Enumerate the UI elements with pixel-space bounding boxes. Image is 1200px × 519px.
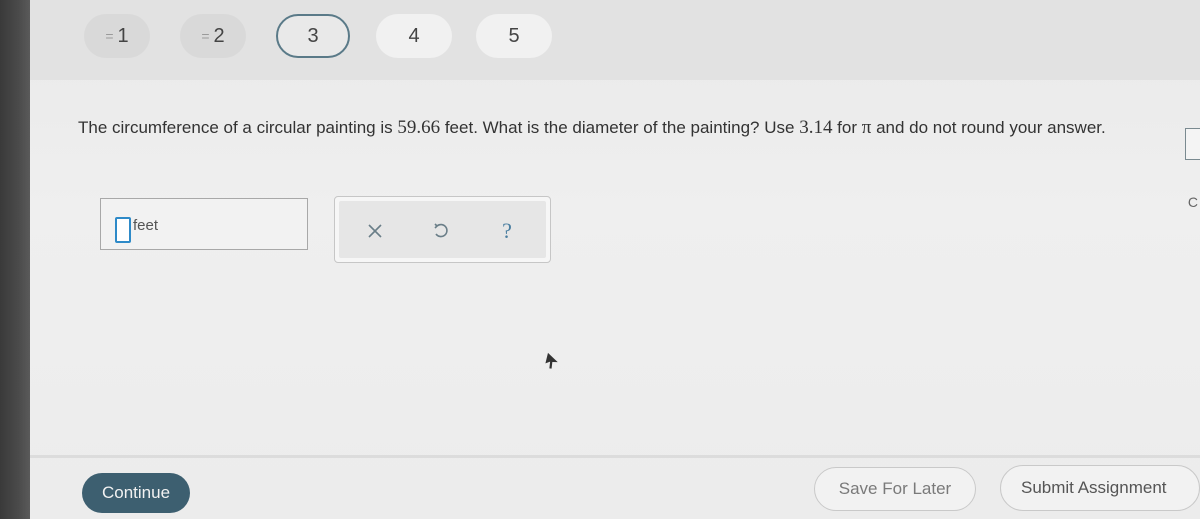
completed-mark-icon: =	[201, 28, 210, 44]
submit-assignment-button[interactable]: Submit Assignment	[1000, 465, 1200, 511]
circumference-value: 59.66	[397, 117, 441, 138]
left-bezel	[0, 0, 30, 519]
question-nav-4[interactable]: 4	[376, 14, 452, 58]
pi-approximation: 3.14	[799, 117, 833, 138]
question-mark-icon: ?	[502, 218, 512, 243]
calculator-icon[interactable]	[1185, 128, 1200, 160]
question-nav-label: 2	[213, 24, 225, 47]
question-nav-5[interactable]: 5	[476, 14, 552, 58]
continue-button[interactable]: Continue	[82, 473, 190, 513]
answer-field[interactable]: feet	[100, 198, 308, 250]
question-nav-label: 1	[117, 24, 129, 47]
question-nav-3-current[interactable]: 3	[276, 14, 350, 58]
undo-button[interactable]	[427, 217, 455, 245]
side-tools: C	[1184, 120, 1200, 230]
help-button[interactable]: ?	[493, 217, 521, 245]
x-icon	[368, 224, 382, 238]
answer-input[interactable]	[115, 217, 131, 243]
clear-button[interactable]	[361, 217, 389, 245]
c-icon[interactable]: C	[1188, 194, 1198, 210]
pi-symbol: π	[861, 117, 872, 138]
mouse-cursor-icon	[545, 352, 558, 369]
completed-mark-icon: =	[105, 28, 114, 44]
answer-tools-panel: ?	[334, 196, 551, 263]
footer-divider	[30, 455, 1200, 458]
screen: = 1 = 2 3 4 5 The circumference of a cir…	[0, 0, 1200, 519]
question-nav-2[interactable]: = 2	[180, 14, 246, 58]
question-nav-label: 5	[508, 24, 520, 47]
question-nav-label: 4	[408, 24, 420, 47]
answer-unit-label: feet	[133, 217, 159, 234]
undo-icon	[434, 223, 448, 238]
save-for-later-button[interactable]: Save For Later	[814, 467, 976, 511]
question-nav-1[interactable]: = 1	[84, 14, 150, 58]
question-nav-label: 3	[307, 24, 319, 47]
question-text: The circumference of a circular painting…	[78, 117, 1106, 138]
